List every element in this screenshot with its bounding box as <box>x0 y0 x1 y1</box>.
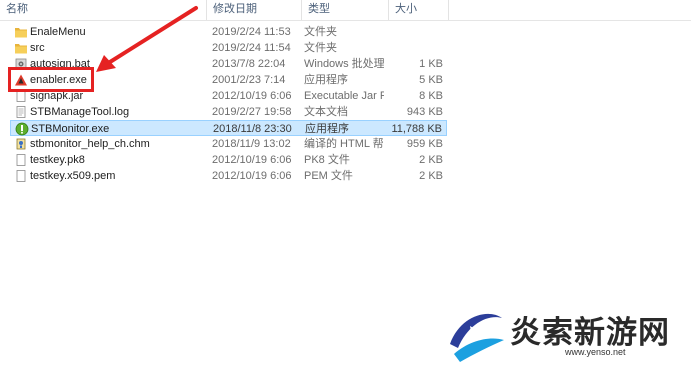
file-size: 1 KB <box>419 58 443 70</box>
file-row[interactable]: STBManageTool.log 2019/2/27 19:58 文本文档 9… <box>10 104 447 120</box>
file-date: 2018/11/8 23:30 <box>213 123 292 135</box>
column-header-date[interactable]: 修改日期 <box>207 0 302 20</box>
file-type: 应用程序 <box>305 123 349 135</box>
file-name: STBMonitor.exe <box>31 123 110 135</box>
column-header-bar: 名称 修改日期 类型 大小 <box>0 0 691 21</box>
chm-help-icon <box>16 138 26 150</box>
file-size: 5 KB <box>419 74 443 86</box>
column-header-type[interactable]: 类型 <box>302 0 389 20</box>
file-name: stbmonitor_help_ch.chm <box>30 138 150 150</box>
file-name: src <box>30 42 45 54</box>
file-type: 应用程序 <box>304 74 348 86</box>
watermark-text: 炎索新游网 <box>510 315 670 351</box>
file-date: 2019/2/24 11:54 <box>212 42 291 54</box>
file-type: PK8 文件 <box>304 154 350 166</box>
folder-icon <box>15 44 27 54</box>
file-row-selected[interactable]: STBMonitor.exe 2018/11/8 23:30 应用程序 11,7… <box>10 120 447 136</box>
file-name: testkey.x509.pem <box>30 170 116 182</box>
file-date: 2012/10/19 6:06 <box>212 170 292 182</box>
file-name: STBManageTool.log <box>30 106 130 118</box>
file-type: 文件夹 <box>304 26 337 38</box>
file-name: EnaleMenu <box>30 26 86 38</box>
folder-icon <box>15 28 27 38</box>
file-size: 11,788 KB <box>391 123 442 135</box>
file-name: testkey.pk8 <box>30 154 85 166</box>
file-date: 2012/10/19 6:06 <box>212 90 292 102</box>
column-header-name[interactable]: 名称 <box>0 0 207 20</box>
file-type: PEM 文件 <box>304 170 353 182</box>
file-type: Windows 批处理 ... <box>304 58 384 70</box>
file-size: 2 KB <box>419 154 443 166</box>
file-row[interactable]: testkey.x509.pem 2012/10/19 6:06 PEM 文件 … <box>10 168 447 184</box>
file-date: 2001/2/23 7:14 <box>212 74 286 86</box>
file-date: 2012/10/19 6:06 <box>212 154 292 166</box>
file-icon <box>16 170 26 182</box>
column-header-size[interactable]: 大小 <box>389 0 449 20</box>
file-date: 2013/7/8 22:04 <box>212 58 286 70</box>
file-type: Executable Jar File <box>304 90 384 102</box>
file-date: 2018/11/9 13:02 <box>212 138 291 150</box>
file-type: 编译的 HTML 帮... <box>304 138 384 150</box>
file-icon <box>16 154 26 166</box>
file-row[interactable]: stbmonitor_help_ch.chm 2018/11/9 13:02 编… <box>10 136 447 152</box>
file-row[interactable]: src 2019/2/24 11:54 文件夹 <box>10 40 447 56</box>
file-type: 文本文档 <box>304 106 348 118</box>
file-date: 2019/2/27 19:58 <box>212 106 292 118</box>
file-size: 2 KB <box>419 170 443 182</box>
file-type: 文件夹 <box>304 42 337 54</box>
text-file-icon <box>16 106 26 118</box>
stb-monitor-icon <box>15 122 29 136</box>
file-size: 943 KB <box>406 106 443 118</box>
file-size: 959 KB <box>406 138 443 150</box>
watermark-url: www.yenso.net <box>565 347 626 357</box>
file-row[interactable]: testkey.pk8 2012/10/19 6:06 PK8 文件 2 KB <box>10 152 447 168</box>
file-date: 2019/2/24 11:53 <box>212 26 291 38</box>
highlight-box <box>8 67 94 92</box>
file-size: 8 KB <box>419 90 443 102</box>
file-row[interactable]: EnaleMenu 2019/2/24 11:53 文件夹 <box>10 24 447 40</box>
